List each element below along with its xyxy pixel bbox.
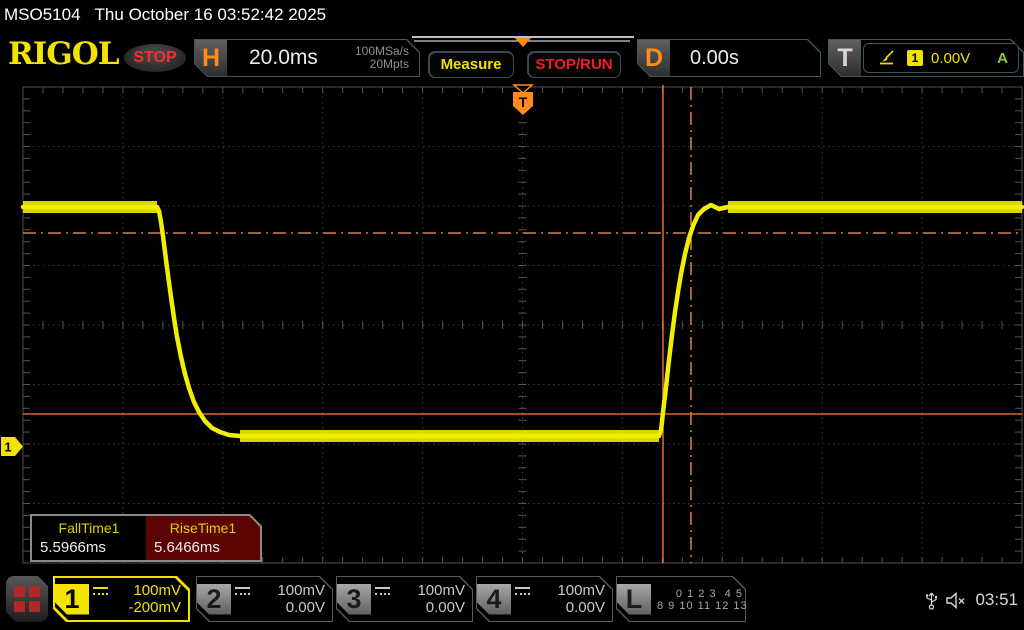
falling-edge-icon <box>878 50 895 66</box>
memory-depth: 20Mpts <box>355 58 409 71</box>
clock: 03:51 <box>975 590 1018 610</box>
svg-text:T: T <box>519 94 528 110</box>
measurement-falltime[interactable]: FallTime1 5.5966ms <box>32 516 146 560</box>
trigger-panel[interactable]: T 1 0.00V A <box>828 39 1024 77</box>
trigger-mode: A <box>997 50 1008 67</box>
channel1-box[interactable]: 1 100mV -200mV <box>53 576 190 622</box>
logic-analyzer-box[interactable]: L 0 1 2 3 4 5 6 7 8 9 10 11 12 13 14 15 <box>616 576 746 622</box>
trigger-level-value: 0.00V <box>931 50 970 67</box>
delay-value: 0.00s <box>690 47 739 70</box>
system-datetime: Thu October 16 03:52:42 2025 <box>95 5 327 25</box>
delay-label: D <box>638 40 670 76</box>
logic-channels-row2: 8 9 10 11 12 13 14 15 <box>657 600 784 612</box>
dc-coupling-icon <box>235 587 250 595</box>
speaker-muted-icon <box>946 592 967 609</box>
dc-coupling-icon <box>515 587 530 595</box>
svg-text:1: 1 <box>4 440 11 455</box>
rigol-logo: RIGOL <box>8 36 119 72</box>
measure-button[interactable]: Measure <box>428 51 514 78</box>
channel4-box[interactable]: 4 100mV 0.00V <box>476 576 613 622</box>
channel-status-bar: 1 100mV -200mV 2 100mV 0.00V 3 100mV 0.0… <box>0 570 1024 630</box>
measurement-risetime[interactable]: RiseTime1 5.6466ms <box>146 516 260 560</box>
waveform-overview-strip[interactable] <box>412 36 634 51</box>
delay-panel[interactable]: D 0.00s <box>637 39 821 77</box>
horizontal-panel[interactable]: H 20.0ms 100MSa/s 20Mpts <box>194 39 420 77</box>
usb-icon <box>925 590 938 610</box>
toolbar: RIGOL STOP H 20.0ms 100MSa/s 20Mpts Meas… <box>0 30 1024 80</box>
logic-channels-row1: 0 1 2 3 4 5 6 7 <box>657 588 784 600</box>
channel3-box[interactable]: 3 100mV 0.00V <box>336 576 473 622</box>
timebase-value: 20.0ms <box>249 46 318 70</box>
measurement-panel: FallTime1 5.5966ms RiseTime1 5.6466ms <box>30 514 262 562</box>
menu-grid-icon <box>14 586 40 612</box>
model-name: MSO5104 <box>4 5 81 25</box>
dc-coupling-icon <box>93 587 108 595</box>
trigger-label: T <box>829 40 861 76</box>
trigger-position-icon[interactable]: T <box>513 85 533 115</box>
channel1-level-icon[interactable]: 1 <box>1 437 23 456</box>
status-bar: MSO5104 Thu October 16 03:52:42 2025 <box>0 0 1024 30</box>
horizontal-label: H <box>195 40 227 76</box>
menu-button[interactable] <box>6 576 48 622</box>
trigger-source-badge: 1 <box>907 50 923 66</box>
channel2-box[interactable]: 2 100mV 0.00V <box>196 576 333 622</box>
channel1-trace <box>23 205 1022 436</box>
scope-display: T 1 <box>0 80 1024 570</box>
run-state-badge[interactable]: STOP <box>124 44 186 72</box>
dc-coupling-icon <box>375 587 390 595</box>
stop-run-button[interactable]: STOP/RUN <box>527 51 621 78</box>
